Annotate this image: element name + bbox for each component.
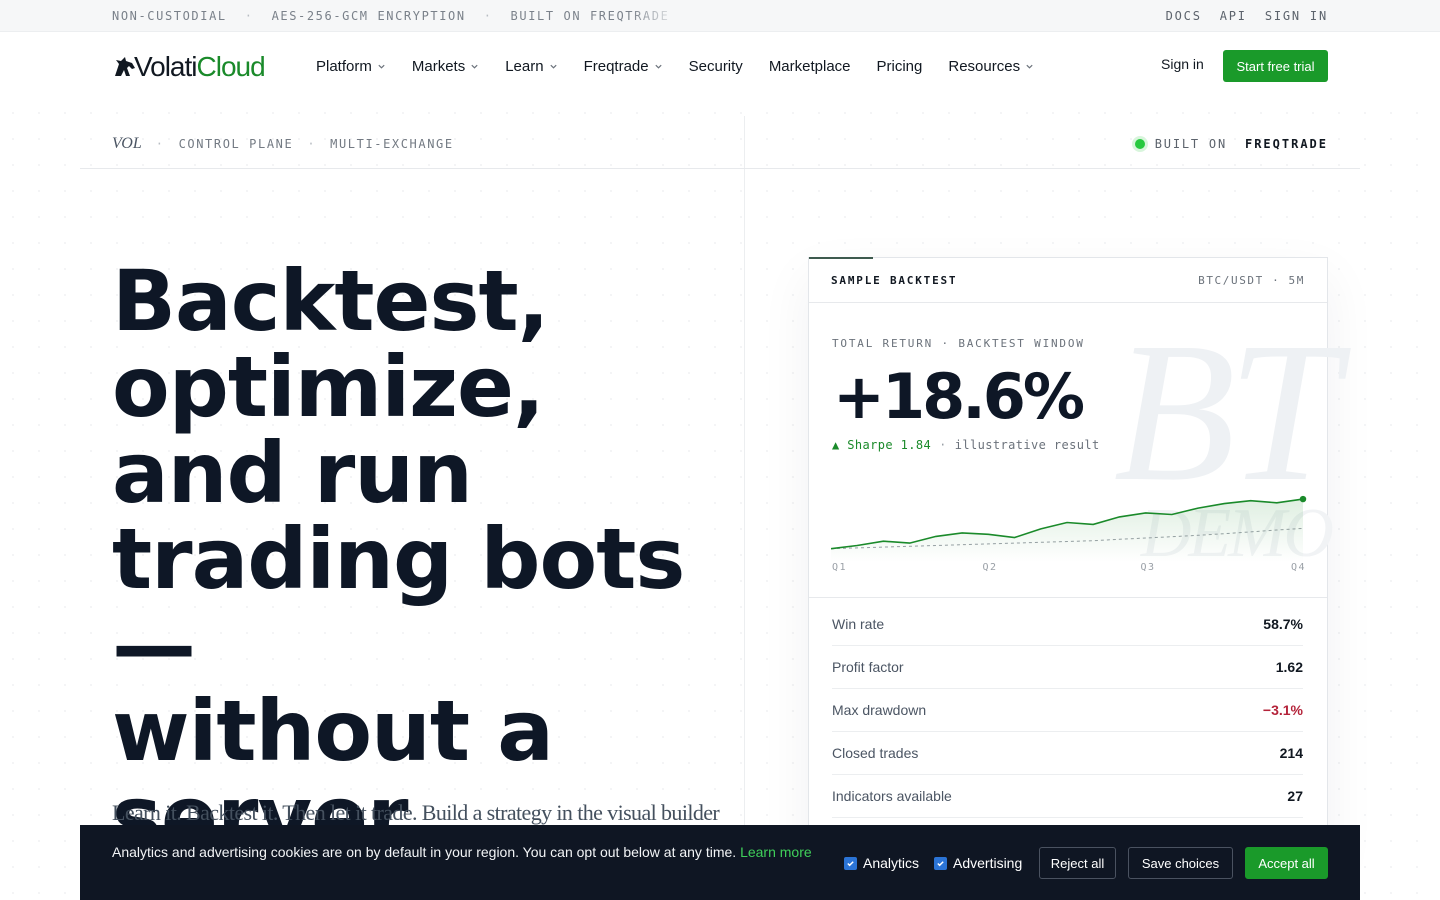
cookie-message: Analytics and advertising cookies are on… <box>112 844 812 860</box>
api-link[interactable]: API <box>1220 9 1247 23</box>
metric-label: Closed trades <box>832 745 919 761</box>
checkbox-checked-icon <box>844 856 857 870</box>
start-free-trial-button[interactable]: Start free trial <box>1223 50 1328 82</box>
top-strip: NON-CUSTODIAL · AES-256-GCM ENCRYPTION ·… <box>0 0 1440 32</box>
brand-name: VolatiCloud <box>134 51 266 82</box>
headline-line: and run <box>112 424 473 522</box>
headline-line: trading bots — <box>112 510 685 694</box>
headline-line: without a <box>112 682 554 780</box>
reject-all-button[interactable]: Reject all <box>1039 847 1116 879</box>
return-value: +18.6% <box>833 360 1085 433</box>
sharpe-badge: ▲ Sharpe 1.84 <box>832 438 932 452</box>
metric-row: Profit factor 1.62 <box>832 646 1303 689</box>
return-label: TOTAL RETURN · BACKTEST WINDOW <box>832 337 1085 350</box>
sign-in-link[interactable]: Sign in <box>1161 56 1204 72</box>
trust-badges: NON-CUSTODIAL · AES-256-GCM ENCRYPTION ·… <box>112 0 669 32</box>
metric-value: −3.1% <box>1262 702 1303 718</box>
card-watermark: BT <box>1113 302 1339 523</box>
analytics-checkbox[interactable]: Analytics <box>844 855 919 871</box>
main-nav: VolatiCloud Platform Markets Learn Freqt… <box>0 32 1440 100</box>
x-tick-label: Q3 <box>1140 562 1156 573</box>
chevron-down-icon <box>378 64 385 69</box>
utility-links: DOCS API SIGN IN <box>1166 0 1328 32</box>
headline-line: Backtest, <box>112 252 550 350</box>
metric-row: Max drawdown −3.1% <box>832 689 1303 732</box>
chart-x-axis: Q1 Q2 Q3 Q4 <box>832 562 1306 576</box>
nav-item-marketplace[interactable]: Marketplace <box>769 58 851 75</box>
nav-item-resources[interactable]: Resources <box>948 58 1034 75</box>
metrics-divider <box>809 597 1327 598</box>
x-tick-label: Q2 <box>982 562 998 573</box>
separator: · <box>483 9 493 23</box>
checkbox-checked-icon <box>934 856 947 870</box>
metrics-table: Win rate 58.7% Profit factor 1.62 Max drawdo… <box>832 603 1303 818</box>
nav-item-learn[interactable]: Learn <box>505 58 557 75</box>
sample-backtest-card: SAMPLE BACKTEST BTC/USDT · 5M BT DEMO TO… <box>808 257 1339 857</box>
metric-label: Indicators available <box>832 788 952 804</box>
card-pair: BTC/USDT · 5M <box>1198 274 1305 287</box>
status-indicator: BUILT ON FREQTRADE <box>1134 131 1328 157</box>
save-choices-button[interactable]: Save choices <box>1128 847 1233 879</box>
separator: · <box>307 137 317 151</box>
cookie-banner: Analytics and advertising cookies are on… <box>80 825 1360 900</box>
metric-row: Indicators available 27 <box>832 775 1303 818</box>
chevron-down-icon <box>655 64 662 69</box>
nav-item-markets[interactable]: Markets <box>412 58 479 75</box>
separator: · <box>155 137 165 151</box>
crumb-multi-exchange: MULTI-EXCHANGE <box>330 137 454 151</box>
crumb-control-plane: CONTROL PLANE <box>178 137 294 151</box>
separator: · <box>939 438 947 452</box>
metric-label: Win rate <box>832 616 885 632</box>
return-subline: ▲ Sharpe 1.84 · illustrative result <box>832 438 1100 452</box>
metric-row: Closed trades 214 <box>832 732 1303 775</box>
nav-item-freqtrade[interactable]: Freqtrade <box>584 58 663 75</box>
vol-tag: VOL <box>112 135 142 152</box>
triangle-up-icon: ▲ <box>832 438 840 452</box>
hero-headline: Backtest, optimize, and run trading bots… <box>112 258 732 860</box>
advertising-checkbox[interactable]: Advertising <box>934 855 1022 871</box>
card-title: SAMPLE BACKTEST <box>831 274 958 287</box>
metric-value: 58.7% <box>1263 616 1303 632</box>
learn-more-link[interactable]: Learn more <box>740 844 812 860</box>
metric-value: 1.62 <box>1275 659 1303 675</box>
hero-lede: Learn it. Backtest it. Then let it trade… <box>112 800 722 825</box>
headline-line: optimize, <box>112 338 545 436</box>
equity-area <box>831 499 1303 562</box>
chevron-down-icon <box>1026 64 1033 69</box>
nav-item-security[interactable]: Security <box>689 58 743 75</box>
accept-all-button[interactable]: Accept all <box>1245 847 1328 879</box>
metric-label: Max drawdown <box>832 702 927 718</box>
status-value: FREQTRADE <box>1244 137 1328 151</box>
hero-divider <box>744 116 745 836</box>
primary-menu: Platform Markets Learn Freqtrade Securit… <box>316 32 1034 100</box>
trust-badge-freqtrade: BUILT ON FREQTRADE <box>510 9 670 23</box>
nav-item-platform[interactable]: Platform <box>316 58 386 75</box>
hero-rule <box>80 168 1360 169</box>
metric-value: 214 <box>1279 745 1303 761</box>
x-tick-label: Q4 <box>1290 562 1306 573</box>
status-label: BUILT ON <box>1154 137 1227 151</box>
metric-row: Win rate 58.7% <box>832 603 1303 646</box>
chevron-down-icon <box>471 64 478 69</box>
trust-badge-encryption: AES-256-GCM ENCRYPTION <box>271 9 466 23</box>
equity-endpoint <box>1299 495 1307 503</box>
status-dot-icon <box>1134 139 1145 149</box>
chevron-down-icon <box>549 64 557 69</box>
docs-link[interactable]: DOCS <box>1166 9 1202 23</box>
illustrative-note: illustrative result <box>954 438 1100 452</box>
x-tick-label: Q1 <box>832 562 848 573</box>
logo[interactable]: VolatiCloud <box>112 51 266 83</box>
metric-value: 27 <box>1287 788 1303 804</box>
trust-badge-noncustodial: NON-CUSTODIAL <box>112 9 227 23</box>
sign-in-link-top[interactable]: SIGN IN <box>1265 9 1328 23</box>
nav-item-pricing[interactable]: Pricing <box>877 58 923 75</box>
separator: · <box>244 9 254 23</box>
metric-label: Profit factor <box>832 659 904 675</box>
hero-breadcrumb: VOL · CONTROL PLANE · MULTI-EXCHANGE <box>112 131 454 157</box>
card-header: SAMPLE BACKTEST BTC/USDT · 5M <box>809 258 1327 303</box>
